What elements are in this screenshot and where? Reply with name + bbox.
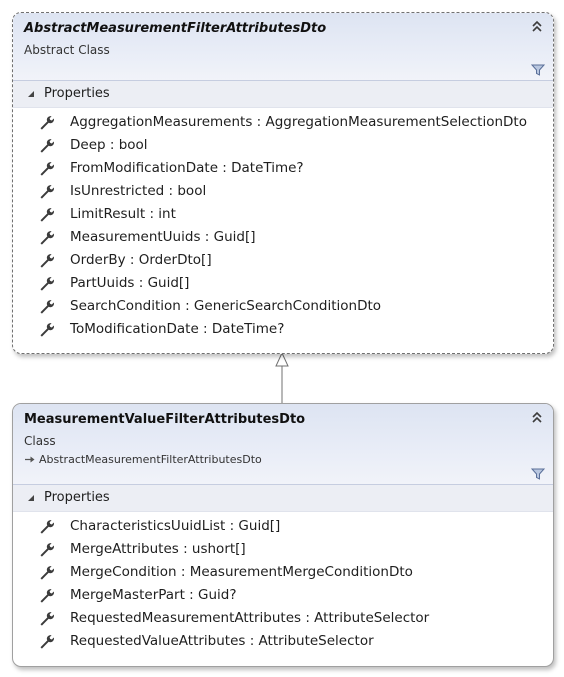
class-kind: Abstract Class	[24, 43, 110, 57]
property-row[interactable]: MergeAttributes : ushort[]	[13, 538, 553, 561]
property-text: CharacteristicsUuidList : Guid[]	[70, 518, 281, 534]
property-text: MergeAttributes : ushort[]	[70, 541, 246, 557]
wrench-icon	[40, 139, 54, 153]
property-text: Deep : bool	[70, 137, 148, 153]
wrench-icon	[40, 612, 54, 626]
section-label: Properties	[44, 490, 110, 505]
class-kind: Class	[24, 434, 56, 448]
double-chevron-up-icon[interactable]	[531, 411, 543, 425]
class-header[interactable]: MeasurementValueFilterAttributesDto Clas…	[13, 404, 553, 485]
property-row[interactable]: MergeCondition : MeasurementMergeConditi…	[13, 561, 553, 584]
property-row[interactable]: OrderBy : OrderDto[]	[13, 249, 553, 272]
property-text: MergeCondition : MeasurementMergeConditi…	[70, 564, 413, 580]
property-row[interactable]: RequestedMeasurementAttributes : Attribu…	[13, 607, 553, 630]
property-text: OrderBy : OrderDto[]	[70, 252, 212, 268]
base-class-line: AbstractMeasurementFilterAttributesDto	[24, 453, 262, 466]
wrench-icon	[40, 116, 54, 130]
property-text: IsUnrestricted : bool	[70, 183, 207, 199]
wrench-icon	[40, 254, 54, 268]
property-text: LimitResult : int	[70, 206, 176, 222]
base-class-name: AbstractMeasurementFilterAttributesDto	[39, 453, 262, 466]
property-row[interactable]: CharacteristicsUuidList : Guid[]	[13, 515, 553, 538]
wrench-icon	[40, 300, 54, 314]
property-text: RequestedMeasurementAttributes : Attribu…	[70, 610, 430, 626]
wrench-icon	[40, 520, 54, 534]
property-list: AggregationMeasurements : AggregationMea…	[13, 108, 553, 341]
wrench-icon	[40, 543, 54, 557]
inheritance-arrowhead	[275, 351, 289, 367]
property-text: FromModificationDate : DateTime?	[70, 160, 304, 176]
abstract-class-box[interactable]: AbstractMeasurementFilterAttributesDto A…	[12, 12, 554, 354]
wrench-icon	[40, 635, 54, 649]
filter-icon[interactable]	[531, 468, 545, 480]
properties-section-header[interactable]: Properties	[13, 485, 553, 512]
property-row[interactable]: IsUnrestricted : bool	[13, 180, 553, 203]
property-row[interactable]: LimitResult : int	[13, 203, 553, 226]
property-text: ToModificationDate : DateTime?	[70, 321, 285, 337]
concrete-class-box[interactable]: MeasurementValueFilterAttributesDto Clas…	[12, 403, 554, 667]
property-row[interactable]: FromModificationDate : DateTime?	[13, 157, 553, 180]
wrench-icon	[40, 589, 54, 603]
property-text: AggregationMeasurements : AggregationMea…	[70, 114, 527, 130]
property-text: MeasurementUuids : Guid[]	[70, 229, 256, 245]
wrench-icon	[40, 277, 54, 291]
properties-section-header[interactable]: Properties	[13, 81, 553, 108]
property-row[interactable]: MergeMasterPart : Guid?	[13, 584, 553, 607]
wrench-icon	[40, 185, 54, 199]
property-row[interactable]: ToModificationDate : DateTime?	[13, 318, 553, 341]
property-row[interactable]: Deep : bool	[13, 134, 553, 157]
inheritance-arrow-icon	[25, 456, 35, 463]
double-chevron-up-icon[interactable]	[531, 20, 543, 34]
wrench-icon	[40, 323, 54, 337]
property-row[interactable]: PartUuids : Guid[]	[13, 272, 553, 295]
class-name: MeasurementValueFilterAttributesDto	[24, 412, 306, 427]
wrench-icon	[40, 566, 54, 580]
wrench-icon	[40, 162, 54, 176]
property-text: PartUuids : Guid[]	[70, 275, 190, 291]
property-text: MergeMasterPart : Guid?	[70, 587, 237, 603]
property-list: CharacteristicsUuidList : Guid[] MergeAt…	[13, 512, 553, 653]
property-row[interactable]: AggregationMeasurements : AggregationMea…	[13, 111, 553, 134]
property-row[interactable]: MeasurementUuids : Guid[]	[13, 226, 553, 249]
property-text: SearchCondition : GenericSearchCondition…	[70, 298, 382, 314]
wrench-icon	[40, 208, 54, 222]
class-name: AbstractMeasurementFilterAttributesDto	[24, 21, 327, 36]
wrench-icon	[40, 231, 54, 245]
class-header[interactable]: AbstractMeasurementFilterAttributesDto A…	[13, 13, 553, 81]
triangle-expanded-icon[interactable]	[27, 494, 35, 502]
property-row[interactable]: RequestedValueAttributes : AttributeSele…	[13, 630, 553, 653]
section-label: Properties	[44, 86, 110, 101]
triangle-expanded-icon[interactable]	[27, 90, 35, 98]
property-text: RequestedValueAttributes : AttributeSele…	[70, 633, 374, 649]
filter-icon[interactable]	[531, 64, 545, 76]
property-row[interactable]: SearchCondition : GenericSearchCondition…	[13, 295, 553, 318]
